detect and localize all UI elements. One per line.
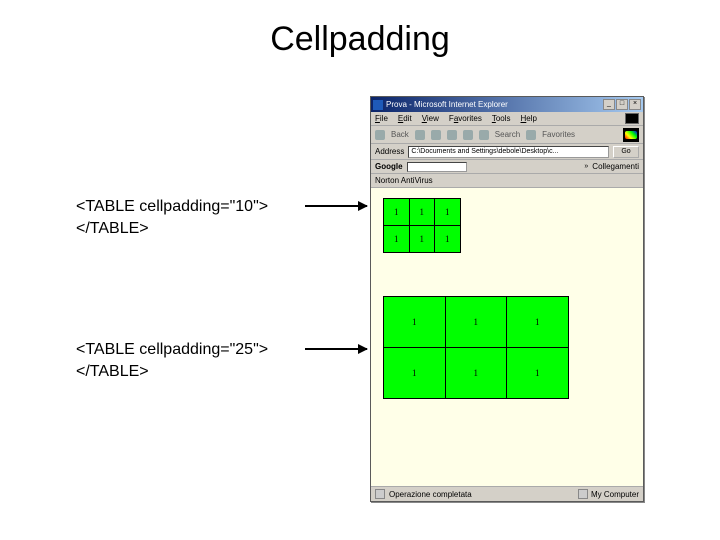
favorites-icon[interactable] [526,130,536,140]
search-button[interactable]: Search [495,130,520,139]
google-search-input[interactable] [407,162,467,172]
minimize-button[interactable]: _ [603,99,615,110]
close-button[interactable]: × [629,99,641,110]
table-cell: 1 [445,348,507,399]
home-icon[interactable] [463,130,473,140]
code-line: <TABLE cellpadding="10"> [76,196,268,218]
table-cell: 1 [435,226,461,253]
toolbar: Back Search Favorites [371,126,643,144]
table-cell: 1 [384,199,410,226]
address-label: Address [375,147,404,156]
search-icon[interactable] [479,130,489,140]
code-example-2: <TABLE cellpadding="25"> </TABLE> [76,339,268,384]
table-cell: 1 [507,348,569,399]
address-input[interactable]: C:\Documents and Settings\debole\Desktop… [408,146,609,158]
menu-help[interactable]: Help [521,114,537,123]
norton-label: Norton AntiVirus [375,176,433,185]
google-logo[interactable]: Google [375,162,403,171]
menu-tools[interactable]: Tools [492,114,511,123]
window-titlebar: Prova - Microsoft Internet Explorer _ □ … [371,97,643,112]
throbber-icon [625,113,639,124]
code-line: </TABLE> [76,218,268,240]
google-toolbar: Google » Collegamenti [371,160,643,174]
status-bar: Operazione completata My Computer [371,486,643,501]
table-cell: 1 [409,199,435,226]
code-line: <TABLE cellpadding="25"> [76,339,268,361]
code-example-1: <TABLE cellpadding="10"> </TABLE> [76,196,268,241]
norton-toolbar: Norton AntiVirus [371,174,643,188]
stop-icon[interactable] [431,130,441,140]
favorites-button[interactable]: Favorites [542,130,575,139]
table-cell: 1 [384,226,410,253]
status-text: Operazione completata [389,490,574,499]
menu-edit[interactable]: Edit [398,114,412,123]
table-cell: 1 [384,348,446,399]
ie-icon [373,100,383,110]
back-button[interactable]: Back [391,130,409,139]
demo-table-cellpadding-10: 1 1 1 1 1 1 [383,198,461,253]
maximize-button[interactable]: □ [616,99,628,110]
back-icon[interactable] [375,130,385,140]
menu-favorites[interactable]: Favorites [449,114,482,123]
ie-logo-icon [623,128,639,142]
code-line: </TABLE> [76,361,268,383]
computer-icon [578,489,588,499]
browser-viewport: 1 1 1 1 1 1 1 1 1 1 1 1 [371,188,643,494]
table-cell: 1 [435,199,461,226]
address-bar: Address C:\Documents and Settings\debole… [371,144,643,160]
arrow-icon [305,205,367,207]
browser-window: Prova - Microsoft Internet Explorer _ □ … [370,96,644,502]
forward-icon[interactable] [415,130,425,140]
slide-title: Cellpadding [0,20,720,59]
table-cell: 1 [409,226,435,253]
refresh-icon[interactable] [447,130,457,140]
menu-view[interactable]: View [422,114,439,123]
window-title-text: Prova - Microsoft Internet Explorer [386,100,600,109]
table-cell: 1 [445,297,507,348]
zone-label: My Computer [591,490,639,499]
demo-table-cellpadding-25: 1 1 1 1 1 1 [383,296,569,399]
go-button[interactable]: Go [613,146,639,158]
menu-bar: File Edit View Favorites Tools Help [371,112,643,126]
status-icon [375,489,385,499]
table-cell: 1 [507,297,569,348]
table-cell: 1 [384,297,446,348]
collegamenti-label[interactable]: Collegamenti [592,162,639,171]
arrow-icon [305,348,367,350]
chevron-icon[interactable]: » [584,163,588,170]
menu-file[interactable]: File [375,114,388,123]
